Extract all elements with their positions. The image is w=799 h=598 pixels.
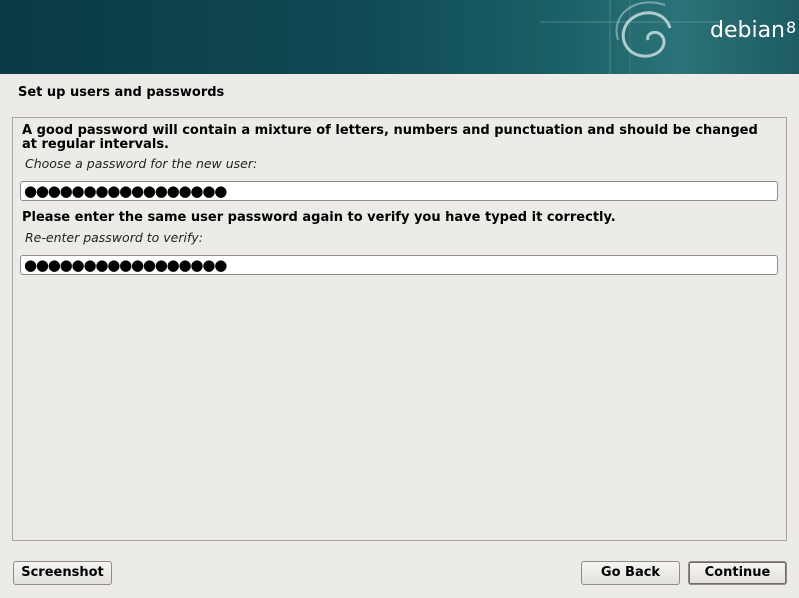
password-field[interactable]: ●●●●●●●●●●●●●●●●● [20,181,778,201]
screenshot-button[interactable]: Screenshot [13,561,112,585]
header-banner: debian8 [0,0,799,74]
continue-button[interactable]: Continue [688,561,787,585]
password-hint: A good password will contain a mixture o… [22,123,758,152]
go-back-button[interactable]: Go Back [581,561,680,585]
verify-prompt: Re-enter password to verify: [25,230,203,245]
password-prompt: Choose a password for the new user: [25,156,258,171]
brand-name: debian [710,18,786,43]
page-title: Set up users and passwords [18,85,225,100]
brand-version: 8 [786,18,797,37]
debian-logo: debian8 [710,18,796,43]
verify-password-field[interactable]: ●●●●●●●●●●●●●●●●● [20,255,778,275]
verify-hint: Please enter the same user password agai… [22,210,616,225]
